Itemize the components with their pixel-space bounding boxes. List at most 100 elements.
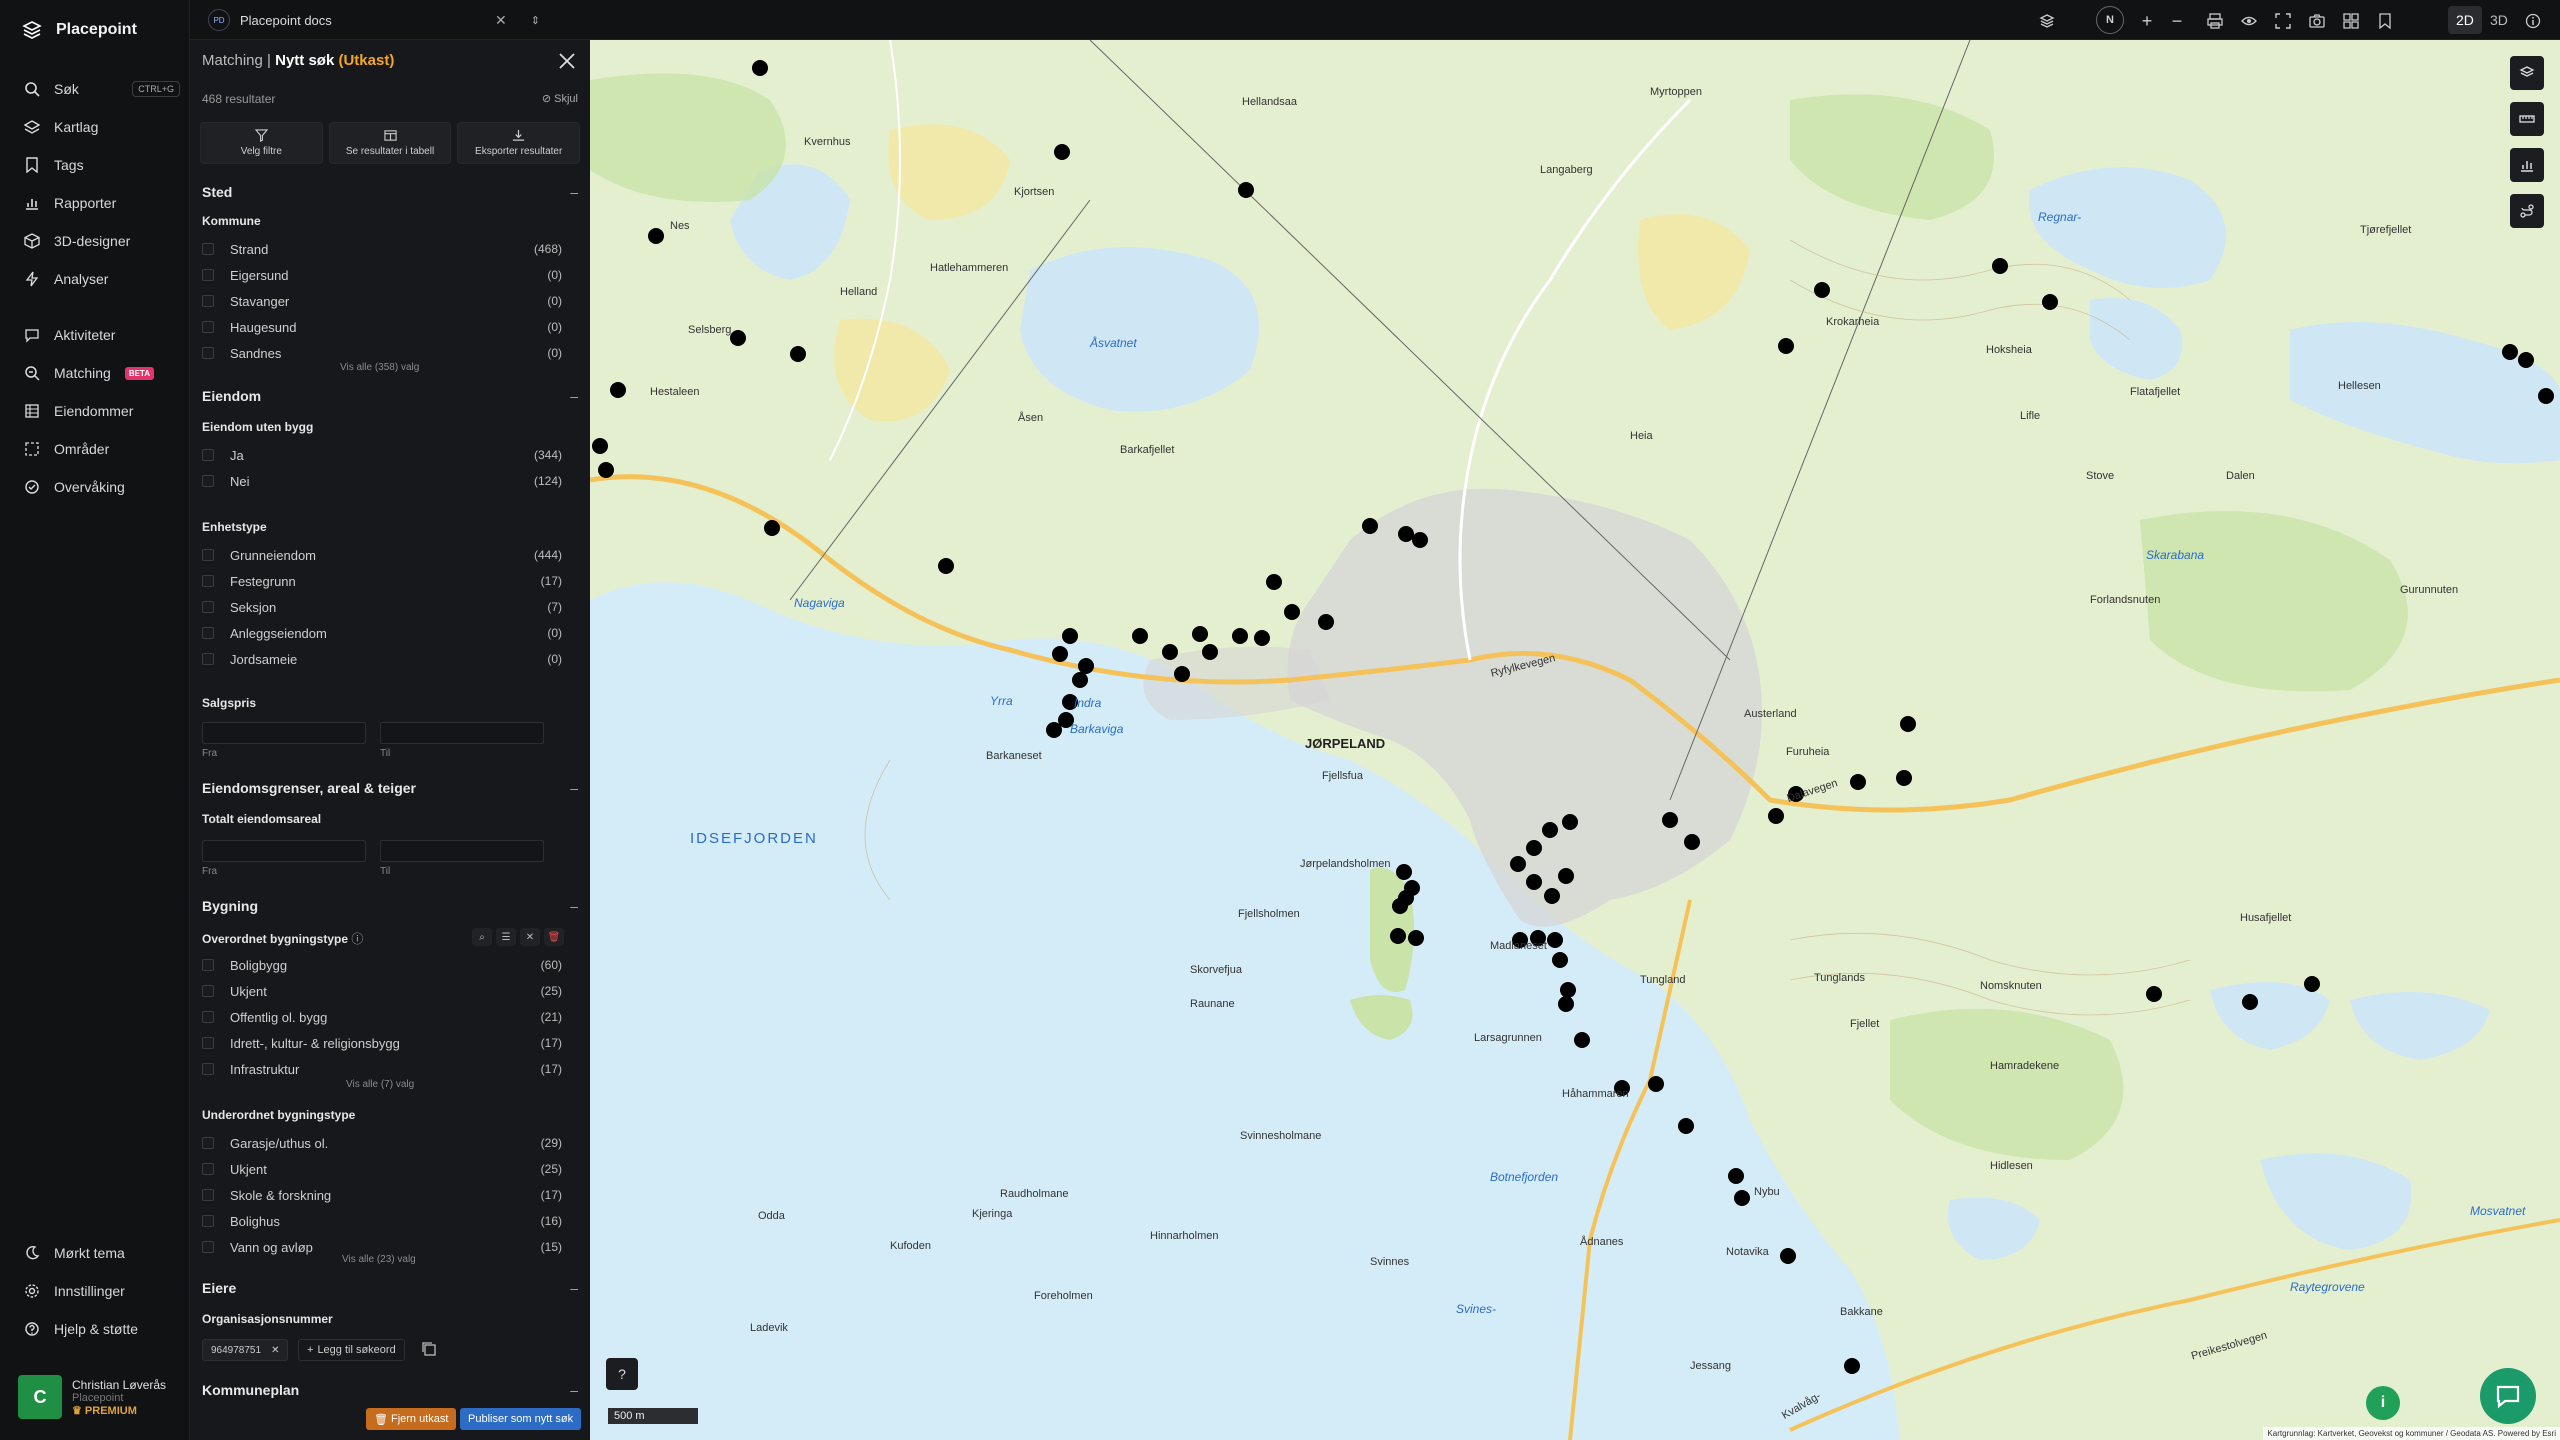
list-item[interactable]: Garasje/uthus ol. (29)	[202, 1134, 562, 1152]
nav-item-aktiviteter[interactable]: Aktiviteter	[24, 322, 180, 348]
measure-control[interactable]	[2510, 102, 2544, 136]
publish-search-button[interactable]: Publiser som nytt søk	[460, 1408, 582, 1430]
result-marker[interactable]	[1558, 868, 1574, 884]
checkbox[interactable]	[202, 1137, 214, 1149]
result-marker[interactable]	[1728, 1168, 1744, 1184]
checkbox[interactable]	[202, 1189, 214, 1201]
nav-item-rapporter[interactable]: Rapporter	[24, 190, 180, 216]
list-item[interactable]: Bolighus (16)	[202, 1212, 562, 1230]
nav-item-sok[interactable]: Søk CTRL+G	[24, 76, 180, 102]
list-item[interactable]: Seksjon (7)	[202, 598, 562, 616]
mode-2d-button[interactable]: 2D	[2448, 6, 2482, 34]
list-item[interactable]: Offentlig ol. bygg (21)	[202, 1008, 562, 1026]
list-item[interactable]: Ukjent (25)	[202, 982, 562, 1000]
salgspris-from-input[interactable]	[202, 722, 366, 744]
list-item[interactable]: Festegrunn (17)	[202, 572, 562, 590]
result-marker[interactable]	[1780, 1248, 1796, 1264]
checkbox[interactable]	[202, 959, 214, 971]
areal-from-input[interactable]	[202, 840, 366, 862]
result-marker[interactable]	[1412, 532, 1428, 548]
statistics-control[interactable]	[2510, 148, 2544, 182]
result-marker[interactable]	[1678, 1118, 1694, 1134]
checkbox[interactable]	[202, 243, 214, 255]
nav-item-dark-theme[interactable]: Mørkt tema	[24, 1240, 180, 1266]
list-item[interactable]: Idrett-, kultur- & religionsbygg (17)	[202, 1034, 562, 1052]
list-item[interactable]: Sandnes (0)	[202, 344, 562, 362]
map-layers-control[interactable]	[2510, 56, 2544, 90]
org-number-chip[interactable]: 964978751 ✕	[202, 1339, 289, 1361]
result-marker[interactable]	[1202, 644, 1218, 660]
list-item[interactable]: Strand (468)	[202, 240, 562, 258]
compass-north-icon[interactable]: N	[2096, 6, 2124, 34]
trash-icon[interactable]: 🗑	[544, 928, 564, 946]
view-table-button[interactable]: Se resultater i tabell	[328, 122, 452, 164]
checkbox[interactable]	[202, 1163, 214, 1175]
result-marker[interactable]	[1238, 182, 1254, 198]
chevron-updown-icon[interactable]: ⇕	[531, 14, 540, 27]
result-marker[interactable]	[2146, 986, 2162, 1002]
section-sted[interactable]: Sted –	[202, 184, 578, 200]
result-marker[interactable]	[1542, 822, 1558, 838]
collapse-icon[interactable]: –	[570, 184, 578, 200]
nav-item-eiendommer[interactable]: Eiendommer	[24, 398, 180, 424]
list-item[interactable]: Jordsameie (0)	[202, 650, 562, 668]
checkbox[interactable]	[202, 475, 214, 487]
list-item[interactable]: Haugesund (0)	[202, 318, 562, 336]
result-marker[interactable]	[1162, 644, 1178, 660]
close-panel-icon[interactable]	[556, 50, 578, 72]
result-marker[interactable]	[1896, 770, 1912, 786]
result-marker[interactable]	[1648, 1076, 1664, 1092]
result-marker[interactable]	[730, 330, 746, 346]
nav-item-3d-designer[interactable]: 3D-designer	[24, 228, 180, 254]
result-marker[interactable]	[1362, 518, 1378, 534]
result-marker[interactable]	[1174, 666, 1190, 682]
result-marker[interactable]	[1850, 774, 1866, 790]
result-marker[interactable]	[1396, 864, 1412, 880]
result-marker[interactable]	[592, 438, 608, 454]
result-marker[interactable]	[1547, 932, 1563, 948]
result-marker[interactable]	[1266, 574, 1282, 590]
list-item[interactable]: Anleggseiendom (0)	[202, 624, 562, 642]
result-marker[interactable]	[1318, 614, 1334, 630]
copy-icon[interactable]	[420, 1340, 438, 1358]
clear-icon[interactable]: ✕	[520, 928, 540, 946]
list-item[interactable]: Ja (344)	[202, 446, 562, 464]
zoom-in-icon[interactable]: +	[2136, 10, 2158, 32]
eye-icon[interactable]	[2238, 10, 2260, 32]
checkbox[interactable]	[202, 653, 214, 665]
map-view[interactable]: JØRPELAND IDSEFJORDEN Ryfylkevegen Dalav…	[590, 40, 2560, 1440]
result-marker[interactable]	[2304, 976, 2320, 992]
result-marker[interactable]	[1560, 982, 1576, 998]
breadcrumb-parent[interactable]: Matching	[202, 52, 263, 69]
zoom-out-icon[interactable]: −	[2166, 10, 2188, 32]
list-item[interactable]: Boligbygg (60)	[202, 956, 562, 974]
result-marker[interactable]	[1526, 840, 1542, 856]
see-all-link[interactable]: Vis alle (7) valg	[346, 1079, 414, 1090]
list-item[interactable]: Grunneiendom (444)	[202, 546, 562, 564]
export-results-button[interactable]: Eksporter resultater	[457, 122, 581, 164]
checkbox[interactable]	[202, 321, 214, 333]
result-marker[interactable]	[1232, 628, 1248, 644]
collapse-icon[interactable]: –	[570, 388, 578, 404]
result-marker[interactable]	[790, 346, 806, 362]
nav-item-kartlag[interactable]: Kartlag	[24, 114, 180, 140]
result-marker[interactable]	[1052, 646, 1068, 662]
map-basemap[interactable]	[590, 40, 2560, 1440]
result-marker[interactable]	[1562, 814, 1578, 830]
result-marker[interactable]	[2042, 294, 2058, 310]
result-marker[interactable]	[1544, 888, 1560, 904]
result-marker[interactable]	[1552, 952, 1568, 968]
collapse-icon[interactable]: –	[570, 1280, 578, 1296]
choose-filters-button[interactable]: Velg filtre	[200, 122, 323, 164]
list-item[interactable]: Eigersund (0)	[202, 266, 562, 284]
camera-icon[interactable]	[2306, 10, 2328, 32]
result-marker[interactable]	[1062, 628, 1078, 644]
checkbox[interactable]	[202, 1063, 214, 1075]
checkbox[interactable]	[202, 347, 214, 359]
grid-icon[interactable]	[2340, 10, 2362, 32]
result-marker[interactable]	[2518, 352, 2534, 368]
nav-item-omrader[interactable]: Områder	[24, 436, 180, 462]
list-item[interactable]: Infrastruktur (17)	[202, 1060, 562, 1078]
checkbox[interactable]	[202, 269, 214, 281]
checkbox[interactable]	[202, 1215, 214, 1227]
